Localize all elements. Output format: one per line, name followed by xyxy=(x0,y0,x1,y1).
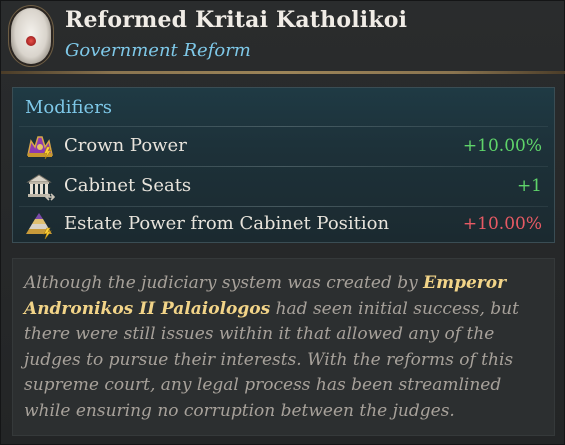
description-panel: Although the judiciary system was create… xyxy=(12,258,555,436)
crown-power-icon xyxy=(25,133,55,161)
emblem-seal xyxy=(26,36,36,46)
modifier-value: +10.00% xyxy=(462,136,542,156)
cabinet-building-icon xyxy=(25,173,56,201)
estate-pyramid-icon xyxy=(25,211,55,240)
reform-type-label[interactable]: Government Reform xyxy=(65,40,251,61)
modifier-value: +10.00% xyxy=(462,214,542,234)
modifier-label: Estate Power from Cabinet Position xyxy=(64,213,390,234)
reform-tooltip: Reformed Kritai Katholikoi Government Re… xyxy=(0,0,565,445)
modifier-divider xyxy=(19,126,548,127)
tooltip-header: Reformed Kritai Katholikoi Government Re… xyxy=(1,1,565,71)
modifier-row-crown-power[interactable]: Crown Power +10.00% xyxy=(13,128,554,166)
modifiers-panel: Modifiers Crown Power +10.00% Cabinet Se… xyxy=(12,87,555,243)
modifier-divider xyxy=(19,166,548,167)
modifiers-heading: Modifiers xyxy=(25,97,113,118)
modifier-row-cabinet-seats[interactable]: Cabinet Seats +1 xyxy=(13,168,554,206)
modifier-row-estate-power[interactable]: Estate Power from Cabinet Position +10.0… xyxy=(13,206,554,244)
reform-emblem-icon xyxy=(11,8,51,64)
description-text: Although the judiciary system was create… xyxy=(24,273,424,293)
modifier-value: +1 xyxy=(516,176,542,196)
modifier-label: Crown Power xyxy=(64,135,187,156)
modifier-label: Cabinet Seats xyxy=(64,175,192,196)
reform-description: Although the judiciary system was create… xyxy=(24,271,549,424)
reform-title: Reformed Kritai Katholikoi xyxy=(65,7,408,33)
header-divider xyxy=(1,71,565,74)
